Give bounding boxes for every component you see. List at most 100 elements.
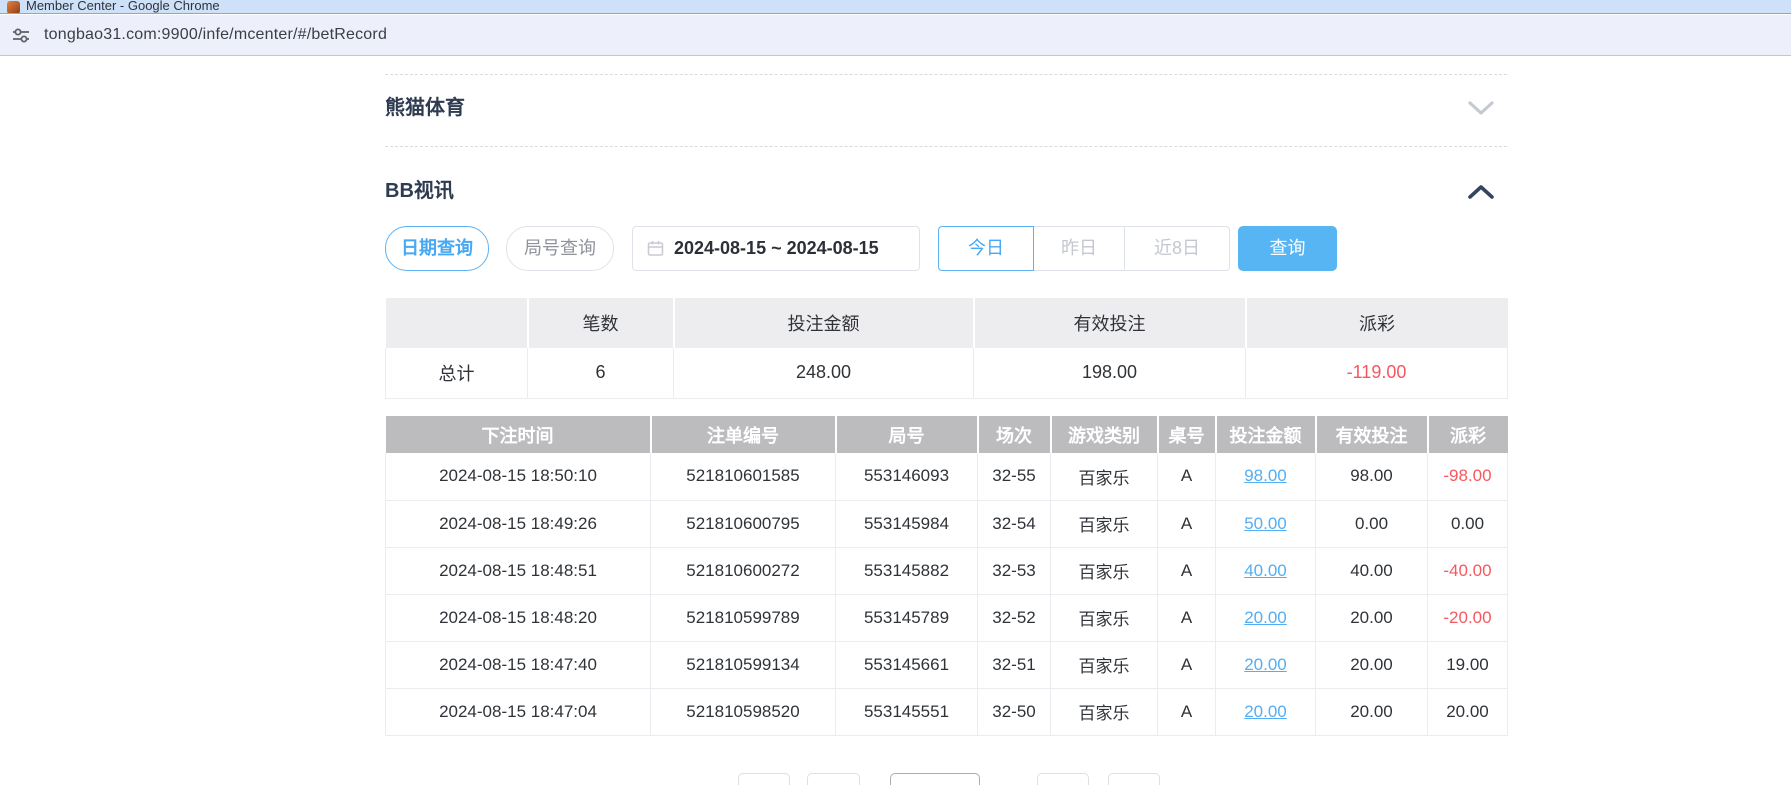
browser-toolbar: tongbao31.com:9900/infe/mcenter/#/betRec… bbox=[0, 15, 1791, 56]
col-header-order-no: 注单编号 bbox=[651, 416, 836, 453]
filter-bar: 日期查询 局号查询 2024-08-15 ~ 2024-08-15 今日 昨日 … bbox=[385, 226, 1507, 271]
cell-valid-bet: 98.00 bbox=[1316, 453, 1428, 500]
summary-total-bet-amount: 248.00 bbox=[674, 348, 974, 398]
cell-game-type: 百家乐 bbox=[1051, 688, 1158, 735]
cell-time: 2024-08-15 18:48:20 bbox=[386, 594, 651, 641]
section-panda-sports[interactable]: 熊猫体育 bbox=[385, 91, 1507, 125]
bet-amount-link[interactable]: 50.00 bbox=[1244, 514, 1287, 533]
cell-round-no: 553145789 bbox=[836, 594, 978, 641]
summary-header-count: 笔数 bbox=[528, 298, 674, 348]
bet-table-header-row: 下注时间 注单编号 局号 场次 游戏类别 桌号 投注金额 有效投注 派彩 bbox=[386, 416, 1508, 453]
summary-header-valid-bet: 有效投注 bbox=[974, 298, 1246, 348]
col-header-time: 下注时间 bbox=[386, 416, 651, 453]
cell-time: 2024-08-15 18:47:40 bbox=[386, 641, 651, 688]
section-bb-video[interactable]: BB视讯 bbox=[385, 174, 1507, 208]
cell-session: 32-53 bbox=[978, 547, 1051, 594]
date-range-picker[interactable]: 2024-08-15 ~ 2024-08-15 bbox=[632, 226, 920, 271]
table-row: 2024-08-15 18:50:10 521810601585 5531460… bbox=[386, 453, 1508, 500]
bet-amount-link[interactable]: 20.00 bbox=[1244, 702, 1287, 721]
cell-table-no: A bbox=[1158, 453, 1216, 500]
cell-valid-bet: 0.00 bbox=[1316, 500, 1428, 547]
cell-time: 2024-08-15 18:48:51 bbox=[386, 547, 651, 594]
chevron-down-icon[interactable] bbox=[1467, 100, 1495, 122]
section-title: BB视讯 bbox=[385, 174, 1507, 208]
window-title: Member Center - Google Chrome bbox=[26, 0, 220, 13]
cell-order-no: 521810601585 bbox=[651, 453, 836, 500]
pagination-prev-button[interactable] bbox=[807, 773, 860, 785]
pagination-next-button[interactable] bbox=[1037, 773, 1089, 785]
summary-header-bet-amount: 投注金额 bbox=[674, 298, 974, 348]
cell-payout: -20.00 bbox=[1428, 594, 1508, 641]
col-header-game-type: 游戏类别 bbox=[1051, 416, 1158, 453]
cell-table-no: A bbox=[1158, 594, 1216, 641]
cell-time: 2024-08-15 18:49:26 bbox=[386, 500, 651, 547]
cell-session: 32-51 bbox=[978, 641, 1051, 688]
cell-table-no: A bbox=[1158, 641, 1216, 688]
date-query-tab[interactable]: 日期查询 bbox=[385, 226, 489, 271]
cell-table-no: A bbox=[1158, 688, 1216, 735]
section-title: 熊猫体育 bbox=[385, 91, 1507, 125]
summary-header-payout: 派彩 bbox=[1246, 298, 1508, 348]
cell-order-no: 521810599134 bbox=[651, 641, 836, 688]
round-query-tab[interactable]: 局号查询 bbox=[506, 226, 614, 271]
pagination-last-button[interactable] bbox=[1108, 773, 1160, 785]
cell-order-no: 521810598520 bbox=[651, 688, 836, 735]
summary-total-payout: -119.00 bbox=[1246, 348, 1508, 398]
cell-game-type: 百家乐 bbox=[1051, 641, 1158, 688]
date-range-value: 2024-08-15 ~ 2024-08-15 bbox=[674, 238, 879, 259]
cell-game-type: 百家乐 bbox=[1051, 594, 1158, 641]
pagination-page-input[interactable] bbox=[890, 773, 980, 785]
summary-total-count: 6 bbox=[528, 348, 674, 398]
bet-amount-link[interactable]: 20.00 bbox=[1244, 655, 1287, 674]
bet-amount-link[interactable]: 20.00 bbox=[1244, 608, 1287, 627]
summary-total-valid-bet: 198.00 bbox=[974, 348, 1246, 398]
cell-round-no: 553145984 bbox=[836, 500, 978, 547]
cell-game-type: 百家乐 bbox=[1051, 500, 1158, 547]
col-header-session: 场次 bbox=[978, 416, 1051, 453]
col-header-valid-bet: 有效投注 bbox=[1316, 416, 1428, 453]
cell-payout: 19.00 bbox=[1428, 641, 1508, 688]
window-titlebar: Member Center - Google Chrome bbox=[0, 0, 1791, 14]
cell-round-no: 553145551 bbox=[836, 688, 978, 735]
today-button[interactable]: 今日 bbox=[938, 226, 1034, 271]
bet-amount-link[interactable]: 98.00 bbox=[1244, 466, 1287, 485]
calendar-icon bbox=[647, 240, 664, 257]
cell-time: 2024-08-15 18:47:04 bbox=[386, 688, 651, 735]
summary-header-row: 笔数 投注金额 有效投注 派彩 bbox=[386, 298, 1508, 348]
cell-game-type: 百家乐 bbox=[1051, 453, 1158, 500]
bet-amount-link[interactable]: 40.00 bbox=[1244, 561, 1287, 580]
cell-session: 32-54 bbox=[978, 500, 1051, 547]
section-divider bbox=[385, 74, 1507, 75]
pagination-first-button[interactable] bbox=[738, 773, 790, 785]
cell-table-no: A bbox=[1158, 500, 1216, 547]
cell-game-type: 百家乐 bbox=[1051, 547, 1158, 594]
cell-payout: -40.00 bbox=[1428, 547, 1508, 594]
search-button[interactable]: 查询 bbox=[1238, 226, 1337, 271]
bet-record-page: 熊猫体育 BB视讯 日期查询 局号查询 bbox=[0, 57, 1791, 785]
chevron-up-icon[interactable] bbox=[1467, 183, 1495, 205]
cell-round-no: 553146093 bbox=[836, 453, 978, 500]
cell-table-no: A bbox=[1158, 547, 1216, 594]
cell-order-no: 521810600272 bbox=[651, 547, 836, 594]
table-row: 2024-08-15 18:48:51 521810600272 5531458… bbox=[386, 547, 1508, 594]
summary-header-empty bbox=[386, 298, 528, 348]
cell-round-no: 553145882 bbox=[836, 547, 978, 594]
summary-table: 笔数 投注金额 有效投注 派彩 总计 6 248.00 198.00 -119.… bbox=[385, 298, 1508, 399]
cell-session: 32-55 bbox=[978, 453, 1051, 500]
cell-valid-bet: 40.00 bbox=[1316, 547, 1428, 594]
cell-order-no: 521810600795 bbox=[651, 500, 836, 547]
table-row: 2024-08-15 18:48:20 521810599789 5531457… bbox=[386, 594, 1508, 641]
yesterday-button[interactable]: 昨日 bbox=[1033, 226, 1125, 271]
pagination bbox=[385, 773, 1507, 785]
cell-valid-bet: 20.00 bbox=[1316, 641, 1428, 688]
table-row: 2024-08-15 18:47:04 521810598520 5531455… bbox=[386, 688, 1508, 735]
bet-records-table: 下注时间 注单编号 局号 场次 游戏类别 桌号 投注金额 有效投注 派彩 202… bbox=[385, 416, 1508, 736]
table-row: 2024-08-15 18:47:40 521810599134 5531456… bbox=[386, 641, 1508, 688]
last-8-days-button[interactable]: 近8日 bbox=[1124, 226, 1230, 271]
address-bar-url[interactable]: tongbao31.com:9900/infe/mcenter/#/betRec… bbox=[44, 26, 387, 44]
summary-total-row: 总计 6 248.00 198.00 -119.00 bbox=[386, 348, 1508, 398]
quick-range-group: 今日 昨日 近8日 bbox=[938, 226, 1230, 271]
site-settings-icon[interactable] bbox=[8, 22, 34, 48]
col-header-payout: 派彩 bbox=[1428, 416, 1508, 453]
cell-session: 32-50 bbox=[978, 688, 1051, 735]
